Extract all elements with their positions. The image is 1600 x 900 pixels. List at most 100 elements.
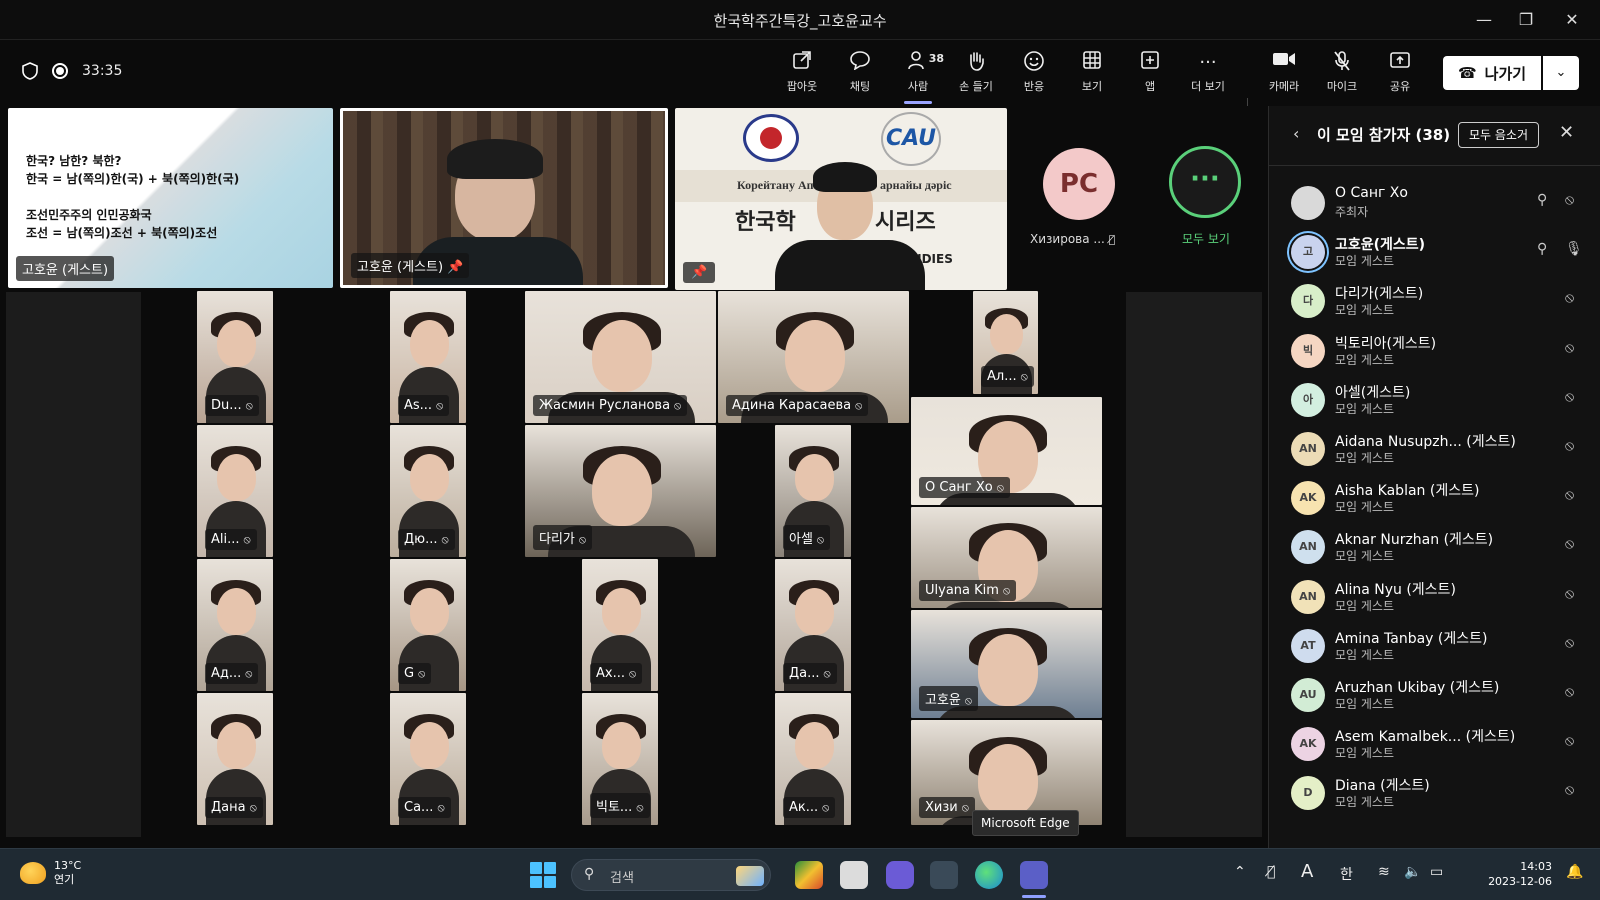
popout-button[interactable]: 팝아웃: [776, 50, 828, 98]
mic-off-icon[interactable]: 🎙̸: [1267, 864, 1275, 880]
avatar-tile[interactable]: PC Хизирова ... 🎙̸: [1012, 108, 1147, 290]
chat-button[interactable]: 채팅: [834, 50, 886, 98]
camera-icon: [1258, 50, 1310, 76]
gallery-filler: [6, 292, 141, 837]
close-icon[interactable]: ✕: [1559, 122, 1574, 143]
see-all-tile[interactable]: ··· 모두 보기: [1147, 108, 1262, 290]
mic-off-icon[interactable]: ⦸: [1565, 290, 1574, 306]
mic-off-icon[interactable]: ⦸: [1565, 536, 1574, 552]
photos-app-icon[interactable]: [795, 861, 823, 889]
mic-off-icon[interactable]: ⦸: [1565, 733, 1574, 749]
people-button[interactable]: 38 사람: [892, 50, 944, 104]
leave-dropdown-button[interactable]: ⌄: [1543, 56, 1579, 90]
pin-icon[interactable]: 📌: [683, 262, 716, 283]
participant-name: Ulyana Kim: [925, 583, 999, 598]
participant-row[interactable]: 고 고호윤(게스트) 모임 게스트 ⚲ 🎙: [1269, 231, 1600, 279]
notification-bell-icon[interactable]: 🔔: [1566, 864, 1583, 880]
participant-row[interactable]: 빅 빅토리아(게스트) 모임 게스트 ⦸: [1269, 330, 1600, 378]
apps-label: 앱: [1144, 80, 1156, 93]
participant-row[interactable]: AK Asem Kamalbek... (게스트) 모임 게스트 ⦸: [1269, 723, 1600, 771]
shared-slide-tile[interactable]: 한국? 남한? 북한? 한국 = 남(쪽의)한(국) + 북(쪽의)한(국) 조…: [8, 108, 333, 288]
edge-browser-icon[interactable]: [975, 861, 1003, 889]
mute-all-button[interactable]: 모두 음소거: [1458, 122, 1540, 148]
participant-video-tile[interactable]: Дю... ⦸: [389, 424, 467, 558]
mic-off-icon[interactable]: ⦸: [1565, 487, 1574, 503]
participant-video-tile[interactable]: 다리가 ⦸: [524, 424, 717, 558]
battery-icon[interactable]: ▭: [1430, 864, 1443, 880]
banner-main-left: 한국학: [735, 209, 796, 235]
restore-button[interactable]: ❐: [1508, 6, 1544, 34]
weather-text: 13°C 연기: [54, 859, 81, 887]
participant-name: Du...: [211, 398, 242, 413]
participant-row[interactable]: AN Aknar Nurzhan (게스트) 모임 게스트 ⦸: [1269, 526, 1600, 574]
person-hair: [447, 139, 543, 179]
participant-video-tile[interactable]: 빅토... ⦸: [581, 692, 659, 826]
participant-row[interactable]: AK Aisha Kablan (게스트) 모임 게스트 ⦸: [1269, 477, 1600, 525]
mic-off-icon[interactable]: ⦸: [1565, 684, 1574, 700]
start-button[interactable]: [530, 862, 556, 888]
participant-video-tile[interactable]: Са... ⦸: [389, 692, 467, 826]
banner-video-tile[interactable]: CAU Корейтану Ап арнайы дәріс 한국학 시리즈 ST…: [675, 108, 1007, 290]
font-icon[interactable]: A: [1301, 861, 1313, 882]
pin-icon[interactable]: ⚲: [1537, 192, 1547, 208]
participant-video-tile[interactable]: As... ⦸: [389, 290, 467, 424]
participant-video-tile[interactable]: G ⦸: [389, 558, 467, 692]
participant-video-tile[interactable]: Ах... ⦸: [581, 558, 659, 692]
mic-off-icon: ⦸: [1020, 370, 1028, 383]
participant-row[interactable]: AN Aidana Nusupzh... (게스트) 모임 게스트 ⦸: [1269, 428, 1600, 476]
camera-button[interactable]: 카메라: [1258, 50, 1310, 98]
mic-icon[interactable]: 🎙: [1565, 241, 1583, 257]
more-button[interactable]: ··· 더 보기: [1182, 50, 1234, 98]
participant-video-tile[interactable]: Ulyana Kim ⦸: [910, 506, 1103, 609]
pin-icon[interactable]: ⚲: [1537, 241, 1547, 257]
clock[interactable]: 14:03 2023-12-06: [1486, 859, 1552, 889]
view-button[interactable]: 보기: [1066, 50, 1118, 98]
mic-off-icon[interactable]: ⦸: [1565, 635, 1574, 651]
participant-video-tile[interactable]: Дана ⦸: [196, 692, 274, 826]
participant-row[interactable]: 다 다리가(게스트) 모임 게스트 ⦸: [1269, 280, 1600, 328]
participant-row[interactable]: D Diana (게스트) 모임 게스트 ⦸: [1269, 772, 1600, 820]
chevron-up-icon[interactable]: ⌃: [1234, 864, 1246, 880]
teams-app-icon[interactable]: [1020, 861, 1048, 889]
close-window-button[interactable]: ✕: [1554, 6, 1590, 34]
volume-icon[interactable]: 🔈: [1404, 864, 1421, 880]
raise-hand-button[interactable]: 손 들기: [950, 50, 1002, 98]
participant-video-tile[interactable]: 고호윤 ⦸: [910, 609, 1103, 719]
participant-row[interactable]: AN Alina Nyu (게스트) 모임 게스트 ⦸: [1269, 576, 1600, 624]
participant-video-tile[interactable]: Ali... ⦸: [196, 424, 274, 558]
mic-off-icon[interactable]: ⦸: [1565, 192, 1574, 208]
participant-video-tile[interactable]: Ал... ⦸: [972, 290, 1039, 395]
leave-button[interactable]: ☎ 나가기: [1443, 56, 1541, 90]
mic-off-icon[interactable]: ⦸: [1565, 389, 1574, 405]
participant-video-tile[interactable]: Адина Карасаева ⦸: [717, 290, 910, 424]
taskbar-search[interactable]: ⚲ 검색: [571, 859, 771, 891]
apps-button[interactable]: 앱: [1124, 50, 1176, 98]
participant-video-tile[interactable]: Ад... ⦸: [196, 558, 274, 692]
mic-off-icon[interactable]: ⦸: [1565, 438, 1574, 454]
participant-row[interactable]: AT Amina Tanbay (게스트) 모임 게스트 ⦸: [1269, 625, 1600, 673]
participant-row[interactable]: О Санг Хо 주최자 ⚲ ⦸: [1269, 182, 1600, 230]
mic-off-icon[interactable]: ⦸: [1565, 340, 1574, 356]
participant-video-tile[interactable]: Ак... ⦸: [774, 692, 852, 826]
minimize-button[interactable]: —: [1466, 6, 1502, 34]
wifi-icon[interactable]: ≋: [1378, 864, 1390, 880]
participant-video-tile[interactable]: Du... ⦸: [196, 290, 274, 424]
participant-video-tile[interactable]: 아셀 ⦸: [774, 424, 852, 558]
camera-app-icon[interactable]: [930, 861, 958, 889]
teams-chat-icon[interactable]: [886, 861, 914, 889]
participant-video-tile[interactable]: Жасмин Русланова ⦸: [524, 290, 717, 424]
mic-button[interactable]: 마이크: [1316, 50, 1368, 98]
mic-off-icon[interactable]: ⦸: [1565, 586, 1574, 602]
participant-row[interactable]: AU Aruzhan Ukibay (게스트) 모임 게스트 ⦸: [1269, 674, 1600, 722]
share-button[interactable]: 공유: [1374, 50, 1426, 98]
weather-widget[interactable]: 13°C 연기: [20, 859, 81, 887]
back-arrow-icon[interactable]: ‹: [1293, 124, 1299, 143]
ime-indicator[interactable]: 한: [1340, 864, 1353, 884]
speaker-video-tile[interactable]: 고호윤 (게스트) 📌: [340, 108, 668, 288]
file-explorer-icon[interactable]: [840, 861, 868, 889]
participant-row[interactable]: 아 아셀(게스트) 모임 게스트 ⦸: [1269, 379, 1600, 427]
participant-video-tile[interactable]: Да... ⦸: [774, 558, 852, 692]
mic-off-icon[interactable]: ⦸: [1565, 782, 1574, 798]
reaction-button[interactable]: 반응: [1008, 50, 1060, 98]
participant-video-tile[interactable]: О Санг Хо ⦸: [910, 396, 1103, 506]
